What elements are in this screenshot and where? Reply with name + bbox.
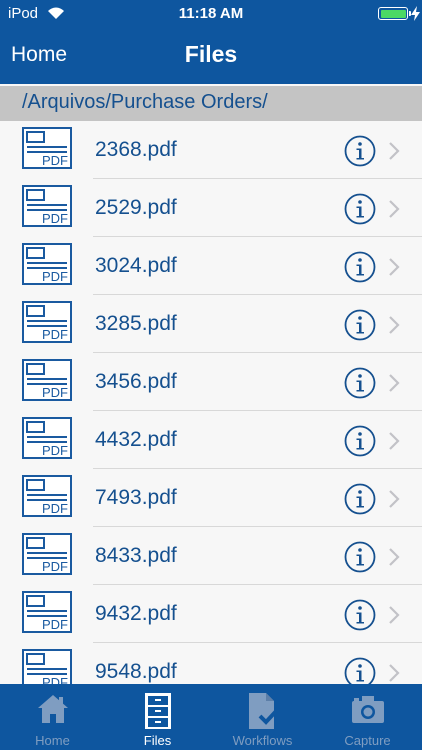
file-row[interactable]: PDF 2529.pdf — [0, 179, 422, 237]
tab-home[interactable]: Home — [0, 684, 105, 750]
file-row[interactable]: PDF 2368.pdf — [0, 121, 422, 179]
tab-workflows[interactable]: Workflows — [210, 684, 315, 750]
file-name: 2529.pdf — [95, 196, 177, 219]
file-name: 3456.pdf — [95, 370, 177, 393]
file-row[interactable]: PDF 9432.pdf — [0, 585, 422, 643]
pdf-icon-label: PDF — [42, 443, 68, 458]
chevron-right-icon — [389, 548, 400, 566]
file-name: 7493.pdf — [95, 486, 177, 509]
file-name: 9432.pdf — [95, 602, 177, 625]
file-row[interactable]: PDF 3285.pdf — [0, 295, 422, 353]
chevron-right-icon — [389, 664, 400, 682]
tab-files-label: Files — [143, 733, 172, 748]
pdf-file-icon: PDF — [22, 417, 72, 459]
pdf-file-icon: PDF — [22, 127, 72, 169]
pdf-icon-label: PDF — [42, 269, 68, 284]
info-icon[interactable] — [344, 251, 376, 283]
pdf-file-icon: PDF — [22, 301, 72, 343]
pdf-file-icon: PDF — [22, 243, 72, 285]
pdf-file-icon: PDF — [22, 533, 72, 575]
file-name: 3024.pdf — [95, 254, 177, 277]
file-name: 4432.pdf — [95, 428, 177, 451]
pdf-icon-label: PDF — [42, 559, 68, 574]
tab-home-label: Home — [35, 733, 70, 748]
info-icon[interactable] — [344, 135, 376, 167]
file-name: 9548.pdf — [95, 660, 177, 683]
file-row[interactable]: PDF 8433.pdf — [0, 527, 422, 585]
tab-capture[interactable]: Capture — [315, 684, 420, 750]
file-row[interactable]: PDF 7493.pdf — [0, 469, 422, 527]
battery-icon — [378, 7, 411, 20]
chevron-right-icon — [389, 200, 400, 218]
charging-icon — [411, 6, 420, 21]
info-icon[interactable] — [344, 367, 376, 399]
chevron-right-icon — [389, 374, 400, 392]
pdf-icon-label: PDF — [42, 211, 68, 226]
info-icon[interactable] — [344, 309, 376, 341]
chevron-right-icon — [389, 316, 400, 334]
page-title: Files — [184, 41, 238, 67]
file-row[interactable]: PDF 3024.pdf — [0, 237, 422, 295]
folder-path-header: /Arquivos/Purchase Orders/ — [0, 86, 422, 121]
tab-files[interactable]: Files — [105, 684, 210, 750]
chevron-right-icon — [389, 606, 400, 624]
tab-capture-label: Capture — [344, 733, 391, 748]
pdf-icon-label: PDF — [42, 501, 68, 516]
tab-workflows-label: Workflows — [232, 733, 293, 748]
workflow-document-icon — [248, 693, 280, 729]
info-icon[interactable] — [344, 599, 376, 631]
pdf-icon-label: PDF — [42, 675, 68, 684]
info-icon[interactable] — [344, 425, 376, 457]
pdf-file-icon: PDF — [22, 359, 72, 401]
info-icon[interactable] — [344, 657, 376, 684]
file-row[interactable]: PDF 3456.pdf — [0, 353, 422, 411]
pdf-icon-label: PDF — [42, 617, 68, 632]
file-row[interactable]: PDF 9548.pdf — [0, 643, 422, 684]
file-cabinet-icon — [144, 693, 171, 729]
pdf-file-icon: PDF — [22, 475, 72, 517]
file-name: 3285.pdf — [95, 312, 177, 335]
info-icon[interactable] — [344, 541, 376, 573]
home-icon — [37, 695, 68, 723]
chevron-right-icon — [389, 142, 400, 160]
chevron-right-icon — [389, 258, 400, 276]
chevron-right-icon — [389, 490, 400, 508]
info-icon[interactable] — [344, 483, 376, 515]
info-icon[interactable] — [344, 193, 376, 225]
file-list[interactable]: PDF 2368.pdf PDF 2529.pdf PDF 3024.pdf PDF 3285… — [0, 121, 422, 684]
navigation-bar: Home Files — [0, 28, 422, 84]
status-bar: iPod 11:18 AM — [0, 0, 422, 28]
pdf-icon-label: PDF — [42, 385, 68, 400]
status-time: 11:18 AM — [178, 5, 244, 22]
pdf-file-icon: PDF — [22, 591, 72, 633]
pdf-icon-label: PDF — [42, 153, 68, 168]
file-row[interactable]: PDF 4432.pdf — [0, 411, 422, 469]
pdf-file-icon: PDF — [22, 649, 72, 684]
file-name: 8433.pdf — [95, 544, 177, 567]
file-name: 2368.pdf — [95, 138, 177, 161]
pdf-icon-label: PDF — [42, 327, 68, 342]
tab-bar: Home Files Workflows Capture — [0, 684, 422, 750]
pdf-file-icon: PDF — [22, 185, 72, 227]
chevron-right-icon — [389, 432, 400, 450]
camera-icon — [351, 696, 384, 723]
